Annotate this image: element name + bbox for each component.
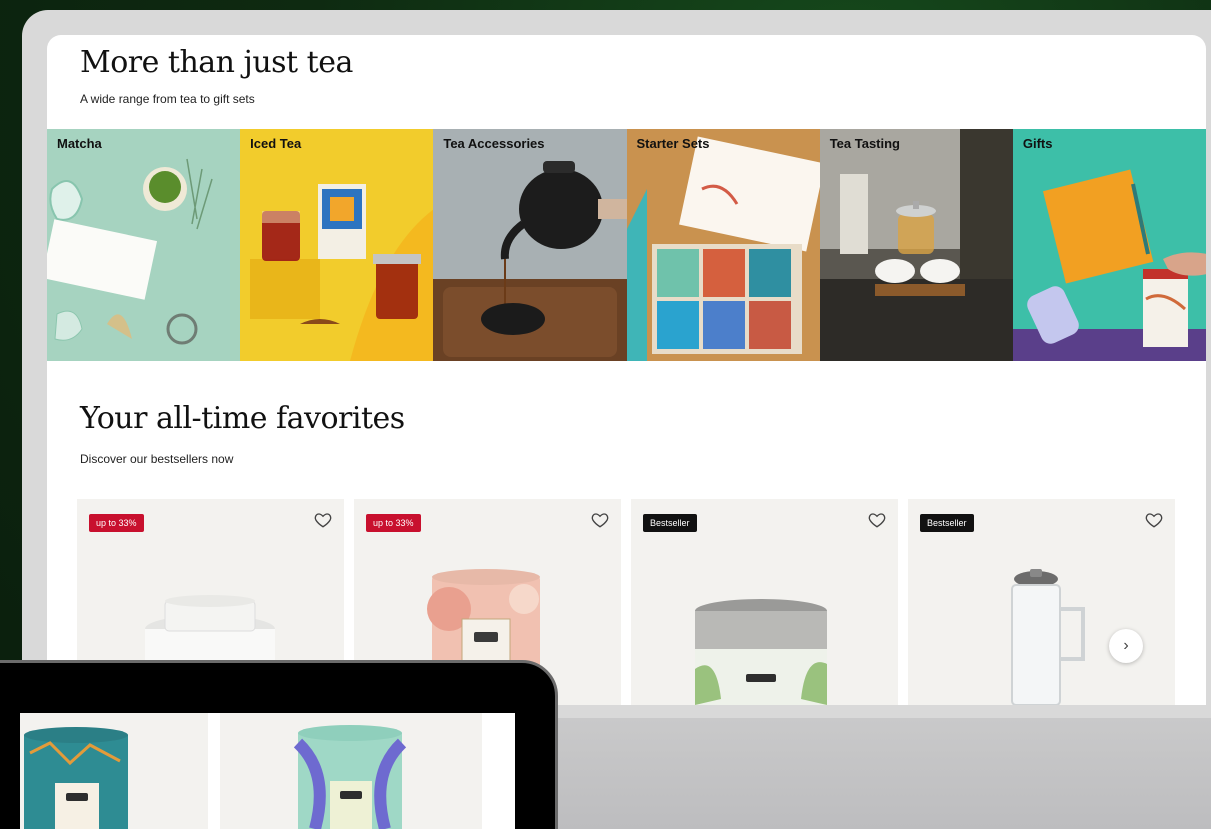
- carousel-next-button[interactable]: ›: [1109, 629, 1143, 663]
- heart-icon[interactable]: [314, 511, 332, 529]
- heart-icon[interactable]: [591, 511, 609, 529]
- section-subtitle-range: A wide range from tea to gift sets: [80, 92, 255, 106]
- category-label: Iced Tea: [250, 136, 302, 151]
- section-title-more-than-tea: More than just tea: [80, 45, 353, 80]
- laptop-screen: More than just tea A wide range from tea…: [47, 35, 1206, 705]
- bestseller-badge: Bestseller: [643, 514, 697, 532]
- product-card[interactable]: Bestseller: [631, 499, 898, 705]
- product-card[interactable]: Bestseller: [908, 499, 1175, 705]
- category-tile-gifts[interactable]: Gifts: [1012, 129, 1206, 361]
- matcha-image: [47, 158, 213, 345]
- category-label: Gifts: [1022, 136, 1053, 151]
- tablet-product-card[interactable]: [220, 713, 482, 829]
- iced-tea-image: [250, 184, 434, 361]
- product-image-teal-tin: [24, 727, 128, 829]
- category-label: Matcha: [57, 136, 102, 151]
- section-subtitle-bestsellers: Discover our bestsellers now: [80, 452, 234, 466]
- bestseller-badge: Bestseller: [920, 514, 974, 532]
- category-label: Tea Accessories: [443, 136, 545, 151]
- category-tile-tea-accessories[interactable]: Tea Accessories: [433, 129, 627, 361]
- category-label: Starter Sets: [636, 136, 710, 151]
- starter-sets-image: [626, 136, 820, 361]
- heart-icon[interactable]: [868, 511, 886, 529]
- gifts-image: [1012, 169, 1206, 361]
- category-tile-tea-tasting[interactable]: Tea Tasting: [819, 129, 1013, 361]
- category-strip: Matcha Iced Tea Tea Accessories Starter …: [47, 129, 1206, 361]
- category-tile-iced-tea[interactable]: Iced Tea: [240, 129, 434, 361]
- category-tile-matcha[interactable]: Matcha: [47, 129, 241, 361]
- product-image-purple-tin: [293, 725, 407, 829]
- tablet-screen: [20, 713, 515, 829]
- category-tile-starter-sets[interactable]: Starter Sets: [626, 129, 820, 361]
- sale-badge: up to 33%: [366, 514, 421, 532]
- tea-accessories-image: [433, 161, 627, 361]
- tablet-product-card[interactable]: [20, 713, 208, 829]
- category-label: Tea Tasting: [829, 136, 900, 151]
- heart-icon[interactable]: [1145, 511, 1163, 529]
- sale-badge: up to 33%: [89, 514, 144, 532]
- tea-tasting-image: [819, 129, 1013, 361]
- section-title-favorites: Your all-time favorites: [80, 401, 405, 436]
